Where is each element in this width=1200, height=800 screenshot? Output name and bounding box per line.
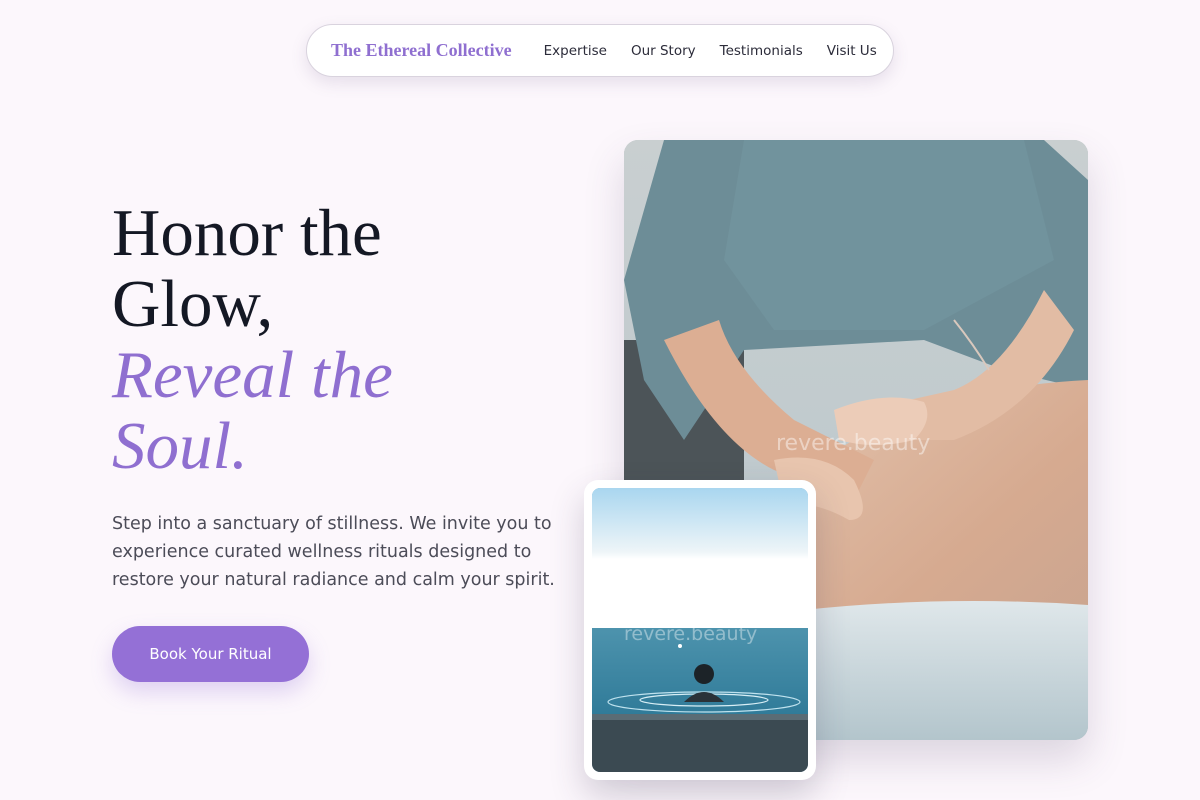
pool-photo-card: revere.beauty <box>584 480 816 780</box>
top-navigation: The Ethereal Collective Expertise Our St… <box>306 24 894 77</box>
nav-link-our-story[interactable]: Our Story <box>631 43 696 59</box>
headline-accent-line-1: Reveal the <box>112 338 393 412</box>
headline-accent-line-2: Soul. <box>112 409 248 483</box>
hero-headline: Honor the Glow, Reveal the Soul. <box>112 198 552 482</box>
pool-photo: revere.beauty <box>592 488 808 772</box>
brand-logo[interactable]: The Ethereal Collective <box>331 40 512 61</box>
main-watermark: revere.beauty <box>776 431 930 456</box>
nav-link-expertise[interactable]: Expertise <box>544 43 607 59</box>
headline-line-1: Honor the <box>112 196 382 270</box>
headline-line-2: Glow, <box>112 267 274 341</box>
hero-intro-text: Step into a sanctuary of stillness. We i… <box>112 514 555 590</box>
landing-page: The Ethereal Collective Expertise Our St… <box>0 0 1200 800</box>
nav-link-testimonials[interactable]: Testimonials <box>720 43 803 59</box>
book-ritual-button[interactable]: Book Your Ritual <box>112 626 309 682</box>
nav-link-visit-us[interactable]: Visit Us <box>827 43 877 59</box>
inset-watermark: revere.beauty <box>624 623 757 645</box>
nav-links: Expertise Our Story Testimonials Visit U… <box>544 43 877 59</box>
pool-illustration: revere.beauty <box>592 488 808 772</box>
